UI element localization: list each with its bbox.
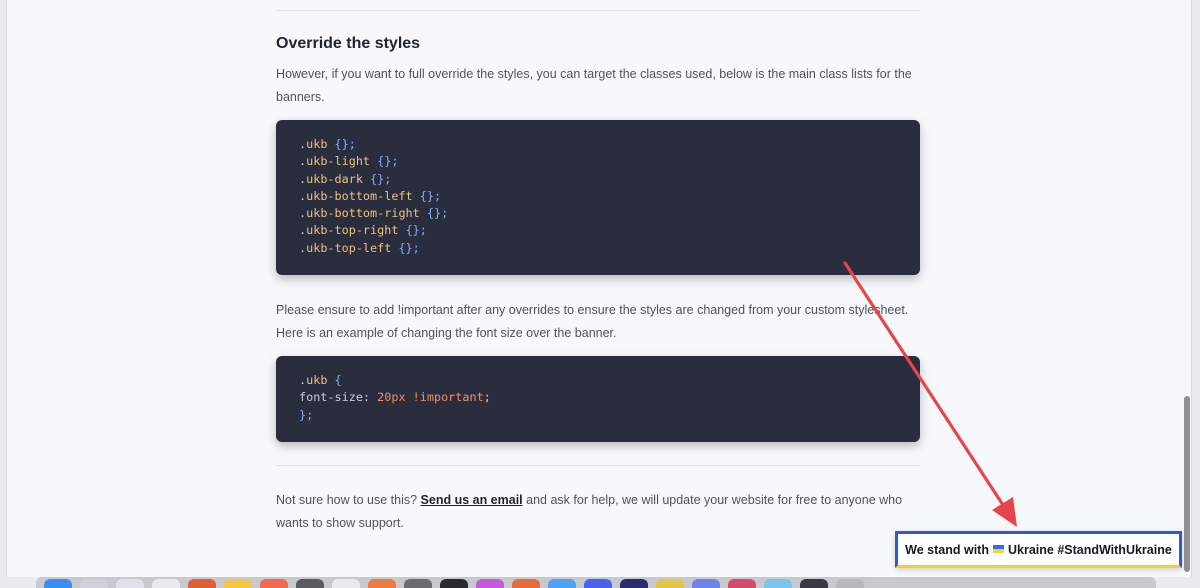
code-important: !important bbox=[412, 390, 484, 405]
code-selector: ukb bbox=[306, 137, 328, 151]
ukraine-flag-icon bbox=[992, 544, 1004, 553]
code-line: .ukb {}; bbox=[299, 137, 356, 151]
code-value: 20px bbox=[377, 390, 406, 405]
code-line: }; bbox=[299, 407, 314, 422]
support-text-before: Not sure how to use this? bbox=[276, 493, 418, 507]
dock-app-icon[interactable] bbox=[80, 579, 108, 588]
code-selector: ukb-top-left bbox=[306, 240, 392, 255]
code-line: .ukb-bottom-left {}; bbox=[299, 188, 442, 203]
code-line: .ukb { bbox=[299, 373, 342, 387]
dock-app-icon[interactable] bbox=[224, 579, 252, 588]
send-email-link[interactable]: Send us an email bbox=[421, 493, 523, 507]
code-selector: ukb bbox=[306, 373, 328, 387]
code-line: .ukb-bottom-right {}; bbox=[299, 206, 449, 221]
dock-app-icon[interactable] bbox=[296, 579, 324, 588]
browser-window: Override the styles However, if you want… bbox=[6, 0, 1192, 577]
dock-app-icon[interactable] bbox=[152, 579, 180, 588]
banner-text-after: Ukraine #StandWithUkraine bbox=[1007, 542, 1172, 557]
dock-app-icon[interactable] bbox=[548, 579, 576, 588]
dock-app-icon[interactable] bbox=[188, 579, 216, 588]
dock-app-icon[interactable] bbox=[116, 579, 144, 588]
code-line: font-size: 20px !important; bbox=[299, 390, 491, 405]
dock-app-icon[interactable] bbox=[440, 579, 468, 588]
dock-app-icon[interactable] bbox=[404, 579, 432, 588]
dock-app-icon[interactable] bbox=[620, 579, 648, 588]
dock-app-icon[interactable] bbox=[692, 579, 720, 588]
code-line: .ukb-top-left {}; bbox=[299, 240, 420, 255]
ukraine-support-banner[interactable]: We stand with Ukraine #StandWithUkraine bbox=[895, 531, 1182, 568]
code-line: .ukb-light {}; bbox=[299, 154, 399, 169]
scrollbar-thumb[interactable] bbox=[1184, 396, 1190, 572]
banner-text-before: We stand with bbox=[905, 542, 989, 557]
code-property: font-size bbox=[299, 390, 363, 405]
dock-app-icon[interactable] bbox=[836, 579, 864, 588]
code-selector: ukb-bottom-left bbox=[306, 188, 413, 203]
intro-paragraph: However, if you want to full override th… bbox=[276, 67, 912, 104]
code-line: .ukb-dark {}; bbox=[299, 171, 392, 186]
dock-app-icon[interactable] bbox=[332, 579, 360, 588]
code-selector: ukb-bottom-right bbox=[306, 206, 420, 221]
dock-app-icon[interactable] bbox=[260, 579, 288, 588]
code-selector: ukb-light bbox=[306, 154, 371, 169]
section-divider bbox=[276, 465, 920, 466]
support-paragraph: Not sure how to use this? Send us an ema… bbox=[276, 489, 920, 535]
dock-app-icon[interactable] bbox=[764, 579, 792, 588]
dock-app-icon[interactable] bbox=[872, 579, 900, 588]
section-title: Override the styles bbox=[276, 35, 421, 52]
code-line: .ukb-top-right {}; bbox=[299, 223, 427, 238]
section-divider bbox=[276, 10, 920, 11]
dock-app-icon[interactable] bbox=[368, 579, 396, 588]
dock-app-icon[interactable] bbox=[476, 579, 504, 588]
important-note-paragraph: Please ensure to add !important after an… bbox=[276, 303, 909, 340]
code-selector: ukb-dark bbox=[306, 171, 363, 186]
dock-app-icon[interactable] bbox=[800, 579, 828, 588]
scrollbar[interactable] bbox=[1183, 0, 1191, 577]
dock-app-icon[interactable] bbox=[512, 579, 540, 588]
class-list-code-block: .ukb {}; .ukb-light {}; .ukb-dark {}; .u… bbox=[276, 120, 920, 275]
font-size-example-code-block: .ukb { font-size: 20px !important; }; bbox=[276, 356, 920, 442]
dock-app-icon[interactable] bbox=[656, 579, 684, 588]
dock-app-icon[interactable] bbox=[584, 579, 612, 588]
dock-app-icon[interactable] bbox=[728, 579, 756, 588]
code-selector: ukb-top-right bbox=[306, 223, 399, 238]
dock-app-icon[interactable] bbox=[44, 579, 72, 588]
macos-dock bbox=[36, 577, 1156, 588]
